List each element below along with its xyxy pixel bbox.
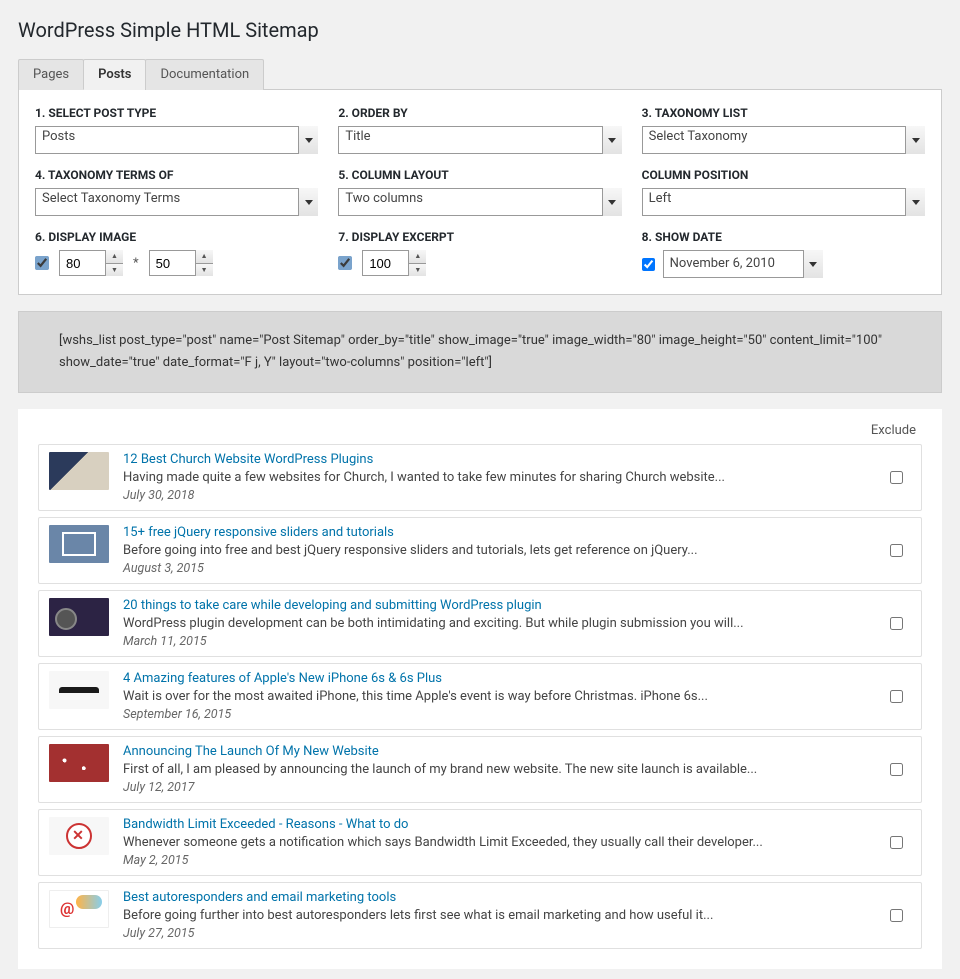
post-body: Announcing The Launch Of My New Website F… [123, 744, 881, 795]
post-date: August 3, 2015 [123, 561, 881, 576]
post-body: 15+ free jQuery responsive sliders and t… [123, 525, 881, 576]
post-title[interactable]: 12 Best Church Website WordPress Plugins [123, 452, 881, 467]
label-taxonomy-list: 3. TAXONOMY LIST [642, 106, 925, 120]
post-title[interactable]: 4 Amazing features of Apple's New iPhone… [123, 671, 881, 686]
exclude-checkbox[interactable] [890, 909, 903, 922]
spinner-icon[interactable]: ▲▼ [105, 250, 123, 276]
field-display-excerpt: 7. DISPLAY EXCERPT ▲▼ [338, 230, 621, 278]
tab-pages[interactable]: Pages [18, 59, 84, 90]
post-date: March 11, 2015 [123, 634, 881, 649]
exclude-cell [881, 763, 911, 776]
post-thumbnail [49, 452, 109, 490]
checkbox-display-image[interactable] [35, 256, 49, 270]
spinner-icon[interactable]: ▲▼ [408, 250, 426, 276]
exclude-cell [881, 836, 911, 849]
dimension-separator: * [133, 256, 139, 271]
exclude-checkbox[interactable] [890, 690, 903, 703]
label-taxonomy-terms: 4. TAXONOMY TERMS OF [35, 168, 318, 182]
label-column-position: COLUMN POSITION [642, 168, 925, 182]
field-taxonomy-terms: 4. TAXONOMY TERMS OF Select Taxonomy Ter… [35, 168, 318, 216]
post-body: 4 Amazing features of Apple's New iPhone… [123, 671, 881, 722]
exclude-checkbox[interactable] [890, 763, 903, 776]
post-excerpt: WordPress plugin development can be both… [123, 616, 881, 631]
label-column-layout: 5. COLUMN LAYOUT [338, 168, 621, 182]
exclude-checkbox[interactable] [890, 836, 903, 849]
exclude-cell [881, 690, 911, 703]
post-date: July 27, 2015 [123, 926, 881, 941]
field-order-by: 2. ORDER BY Title [338, 106, 621, 154]
exclude-checkbox[interactable] [890, 544, 903, 557]
exclude-cell [881, 544, 911, 557]
post-row: 20 things to take care while developing … [38, 590, 922, 657]
label-display-excerpt: 7. DISPLAY EXCERPT [338, 230, 621, 244]
post-thumbnail [49, 817, 109, 855]
spinner-icon[interactable]: ▲▼ [195, 250, 213, 276]
exclude-column-header: Exclude [38, 423, 922, 438]
post-title[interactable]: Best autoresponders and email marketing … [123, 890, 881, 905]
posts-list-panel: Exclude 12 Best Church Website WordPress… [18, 409, 942, 969]
select-column-position[interactable]: Left [642, 188, 925, 216]
post-row: 12 Best Church Website WordPress Plugins… [38, 444, 922, 511]
post-excerpt: Before going into free and best jQuery r… [123, 543, 881, 558]
post-excerpt: Having made quite a few websites for Chu… [123, 470, 881, 485]
label-post-type: 1. SELECT POST TYPE [35, 106, 318, 120]
post-thumbnail [49, 598, 109, 636]
post-body: 12 Best Church Website WordPress Plugins… [123, 452, 881, 503]
field-column-layout: 5. COLUMN LAYOUT Two columns [338, 168, 621, 216]
post-date: September 16, 2015 [123, 707, 881, 722]
post-body: 20 things to take care while developing … [123, 598, 881, 649]
select-order-by[interactable]: Title [338, 126, 621, 154]
page-title: WordPress Simple HTML Sitemap [18, 18, 942, 42]
exclude-cell [881, 909, 911, 922]
post-row: 4 Amazing features of Apple's New iPhone… [38, 663, 922, 730]
post-body: Bandwidth Limit Exceeded - Reasons - Wha… [123, 817, 881, 868]
select-taxonomy-list[interactable]: Select Taxonomy [642, 126, 925, 154]
post-date: May 2, 2015 [123, 853, 881, 868]
label-show-date: 8. SHOW DATE [642, 230, 925, 244]
post-excerpt: Before going further into best autorespo… [123, 908, 881, 923]
post-title[interactable]: Bandwidth Limit Exceeded - Reasons - Wha… [123, 817, 881, 832]
field-taxonomy-list: 3. TAXONOMY LIST Select Taxonomy [642, 106, 925, 154]
post-date: July 30, 2018 [123, 488, 881, 503]
checkbox-show-date[interactable] [642, 258, 655, 271]
label-order-by: 2. ORDER BY [338, 106, 621, 120]
select-post-type[interactable]: Posts [35, 126, 318, 154]
exclude-checkbox[interactable] [890, 617, 903, 630]
post-thumbnail [49, 525, 109, 563]
post-thumbnail [49, 671, 109, 709]
shortcode-output: [wshs_list post_type="post" name="Post S… [18, 311, 942, 393]
post-excerpt: First of all, I am pleased by announcing… [123, 762, 881, 777]
tab-posts[interactable]: Posts [83, 59, 146, 90]
post-excerpt: Wait is over for the most awaited iPhone… [123, 689, 881, 704]
exclude-cell [881, 617, 911, 630]
post-date: July 12, 2017 [123, 780, 881, 795]
field-column-position: COLUMN POSITION Left [642, 168, 925, 216]
post-row: Best autoresponders and email marketing … [38, 882, 922, 949]
exclude-cell [881, 471, 911, 484]
post-excerpt: Whenever someone gets a notification whi… [123, 835, 881, 850]
post-thumbnail [49, 744, 109, 782]
post-thumbnail [49, 890, 109, 928]
post-row: Bandwidth Limit Exceeded - Reasons - Wha… [38, 809, 922, 876]
post-title[interactable]: 20 things to take care while developing … [123, 598, 881, 613]
checkbox-display-excerpt[interactable] [338, 256, 352, 270]
label-display-image: 6. DISPLAY IMAGE [35, 230, 318, 244]
select-date-format[interactable]: November 6, 2010 [663, 250, 823, 278]
select-column-layout[interactable]: Two columns [338, 188, 621, 216]
post-title[interactable]: 15+ free jQuery responsive sliders and t… [123, 525, 881, 540]
post-title[interactable]: Announcing The Launch Of My New Website [123, 744, 881, 759]
field-display-image: 6. DISPLAY IMAGE ▲▼ * ▲▼ [35, 230, 318, 278]
settings-panel: 1. SELECT POST TYPE Posts 2. ORDER BY Ti… [18, 90, 942, 295]
field-post-type: 1. SELECT POST TYPE Posts [35, 106, 318, 154]
tab-documentation[interactable]: Documentation [145, 59, 264, 90]
post-row: Announcing The Launch Of My New Website F… [38, 736, 922, 803]
exclude-checkbox[interactable] [890, 471, 903, 484]
post-body: Best autoresponders and email marketing … [123, 890, 881, 941]
tabs: Pages Posts Documentation [18, 58, 942, 90]
post-row: 15+ free jQuery responsive sliders and t… [38, 517, 922, 584]
field-show-date: 8. SHOW DATE November 6, 2010 [642, 230, 925, 278]
select-taxonomy-terms[interactable]: Select Taxonomy Terms [35, 188, 318, 216]
